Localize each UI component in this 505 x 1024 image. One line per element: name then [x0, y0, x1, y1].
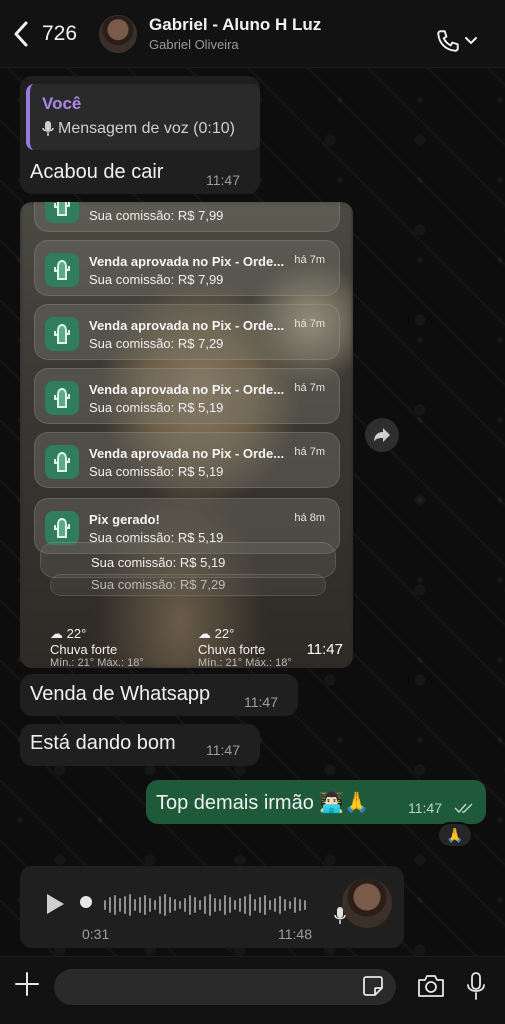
message-time: 11:47: [206, 742, 240, 758]
forward-button[interactable]: [365, 418, 399, 452]
reply-message-bubble[interactable]: Você Mensagem de voz (0:10) Acabou de ca…: [20, 76, 260, 194]
mic-icon: [334, 907, 346, 924]
phone-icon: [437, 30, 459, 52]
sticker-icon[interactable]: [362, 975, 384, 997]
contact-subtitle: Gabriel Oliveira: [149, 37, 239, 52]
message-input[interactable]: [54, 969, 396, 1005]
notification-time: há 8m: [294, 512, 325, 524]
app-icon: [45, 253, 79, 287]
app-icon: [45, 317, 79, 351]
notification-body: Sua comissão: R$ 7,29: [91, 577, 226, 592]
message-reaction[interactable]: 🙏: [437, 822, 473, 848]
message-text: Está dando bom: [30, 732, 176, 754]
forward-icon: [374, 428, 390, 442]
voice-waveform[interactable]: [104, 892, 306, 918]
message-time: 11:47: [306, 641, 343, 658]
notification-card: Sua comissão: R$ 7,29: [50, 574, 326, 596]
contact-name: Gabriel - Aluno H Luz: [149, 15, 322, 34]
weather-minmax: Mín.: 21° Máx.: 18°: [198, 657, 292, 667]
call-button[interactable]: [435, 28, 477, 54]
message-text: Acabou de cair: [30, 161, 164, 183]
camera-icon[interactable]: [416, 973, 446, 999]
message-time: 11:47: [244, 694, 278, 710]
notification-body: Sua comissão: R$ 5,19: [89, 400, 224, 415]
notification-body: Sua comissão: R$ 5,19: [91, 555, 226, 570]
weather-minmax: Mín.: 21° Máx.: 18°: [50, 657, 144, 667]
back-button[interactable]: 726: [12, 20, 77, 48]
unread-count: 726: [42, 21, 78, 45]
cloud-icon: ☁: [198, 626, 211, 641]
notification-body: Sua comissão: R$ 7,99: [89, 208, 224, 223]
message-time: 11:47: [206, 172, 240, 188]
notification-time: há 7m: [294, 318, 325, 330]
notification-card: Sua comissão: R$ 5,19: [40, 542, 336, 578]
weather-widget: ☁ 22° Chuva forte Mín.: 21° Máx.: 18°: [50, 626, 144, 667]
notification-card: Venda aprovada no Pix - Orde... Sua comi…: [34, 304, 340, 360]
image-message[interactable]: Sua comissão: R$ 7,99 Venda aprovada no …: [20, 202, 353, 668]
quote-author: Você: [42, 94, 82, 113]
quote-content: Mensagem de voz (0:10): [42, 120, 235, 138]
plus-icon[interactable]: [14, 971, 40, 997]
notification-card: Venda aprovada no Pix - Orde... Sua comi…: [34, 240, 340, 296]
contact-info[interactable]: Gabriel - Aluno H Luz Gabriel Oliveira: [149, 15, 321, 52]
app-icon: [45, 381, 79, 415]
app-icon: [45, 445, 79, 479]
weather-temp: 22°: [66, 626, 87, 641]
sender-avatar: [342, 878, 392, 928]
notification-time: há 7m: [294, 382, 325, 394]
notification-card: Venda aprovada no Pix - Orde... Sua comi…: [34, 432, 340, 488]
weather-desc: Chuva forte: [198, 642, 266, 657]
notification-body: Sua comissão: R$ 7,29: [89, 336, 224, 351]
cloud-icon: ☁: [50, 626, 63, 641]
incoming-message-bubble[interactable]: Está dando bom 11:47: [20, 724, 260, 766]
notification-time: há 7m: [294, 446, 325, 458]
message-composer: [0, 956, 505, 1024]
quoted-message[interactable]: Você Mensagem de voz (0:10): [26, 84, 260, 150]
chat-header: 726 Gabriel - Aluno H Luz Gabriel Olivei…: [0, 0, 505, 68]
double-check-icon: [454, 803, 473, 814]
mic-icon: [42, 121, 54, 136]
chevron-down-icon: [465, 37, 477, 45]
contact-avatar[interactable]: [99, 14, 138, 53]
weather-widget: ☁ 22° Chuva forte Mín.: 21° Máx.: 18°: [198, 626, 292, 667]
notification-title: Venda aprovada no Pix - Orde...: [89, 254, 285, 269]
outgoing-message-bubble[interactable]: Top demais irmão 👨🏻‍💻🙏 11:47: [146, 780, 486, 824]
incoming-message-bubble[interactable]: Venda de Whatsapp 11:47: [20, 674, 298, 716]
notification-title: Venda aprovada no Pix - Orde...: [89, 318, 285, 333]
notification-title: Venda aprovada no Pix - Orde...: [89, 446, 285, 461]
chevron-left-icon: [14, 21, 28, 46]
message-time: 11:47: [408, 800, 442, 816]
message-time: 11:48: [278, 926, 312, 942]
notification-body: Sua comissão: R$ 5,19: [89, 464, 224, 479]
voice-duration: 0:31: [82, 926, 110, 942]
app-icon: [45, 202, 79, 223]
play-icon[interactable]: [44, 892, 66, 916]
voice-message-bubble[interactable]: 0:31 11:48: [20, 866, 404, 948]
message-text: Top demais irmão 👨🏻‍💻🙏: [156, 792, 370, 814]
notification-title: Pix gerado!: [89, 512, 160, 527]
notification-title: Venda aprovada no Pix - Orde...: [89, 382, 285, 397]
playback-position-indicator[interactable]: [80, 896, 92, 908]
app-icon: [45, 511, 79, 545]
notification-body: Sua comissão: R$ 7,99: [89, 272, 224, 287]
notification-card: Sua comissão: R$ 7,99: [34, 202, 340, 232]
weather-desc: Chuva forte: [50, 642, 118, 657]
notification-time: há 7m: [294, 254, 325, 266]
message-text: Venda de Whatsapp: [30, 683, 211, 705]
notification-card: Venda aprovada no Pix - Orde... Sua comi…: [34, 368, 340, 424]
quote-text: Mensagem de voz (0:10): [58, 120, 235, 137]
weather-temp: 22°: [214, 626, 235, 641]
mic-icon[interactable]: [466, 971, 486, 1001]
